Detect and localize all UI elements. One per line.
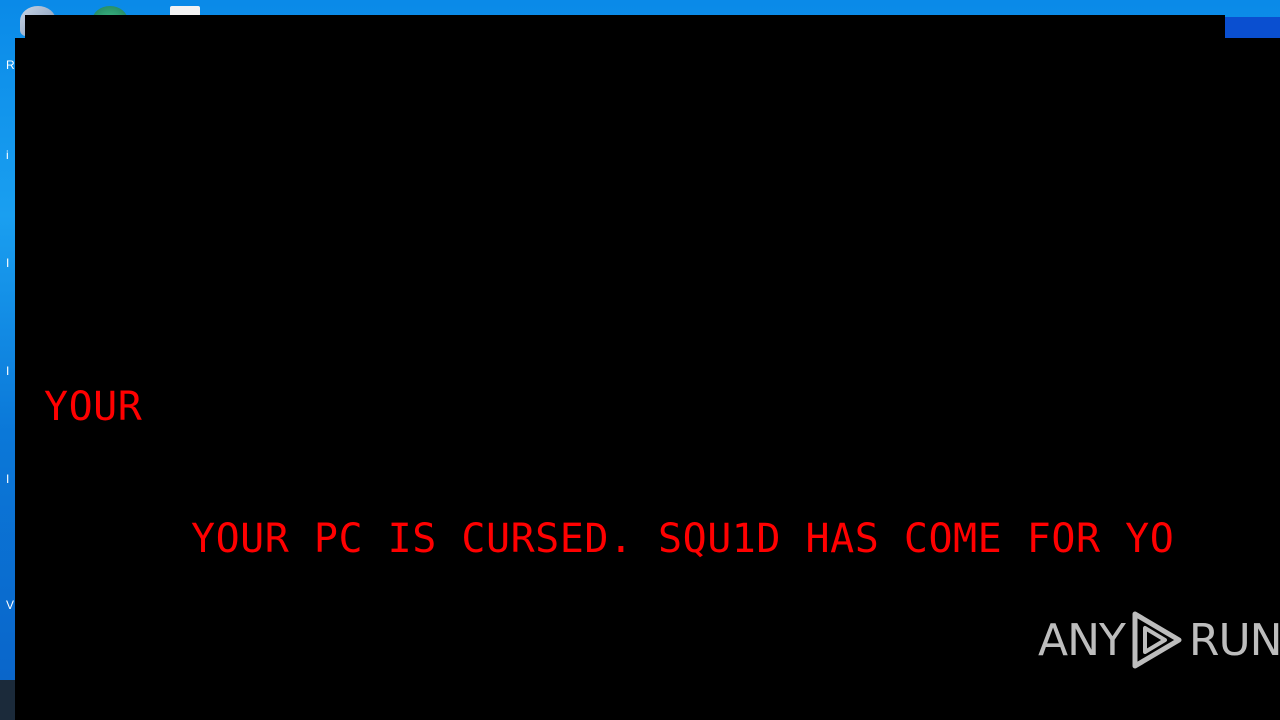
desktop-icon-label[interactable]: I	[6, 472, 9, 486]
desktop-icon-label[interactable]: V	[6, 598, 14, 612]
desktop-icon-label[interactable]: i	[6, 148, 9, 162]
desktop-icon-label[interactable]: I	[6, 256, 9, 270]
play-logo-icon	[1132, 611, 1182, 669]
curse-text-line-1: YOUR	[44, 384, 143, 430]
watermark-text-left: ANY	[1038, 614, 1126, 666]
desktop-icon-label[interactable]: I	[6, 364, 9, 378]
curse-text-line-2: YOUR PC IS CURSED. SQU1D HAS COME FOR YO	[191, 516, 1175, 562]
desktop-icon-label[interactable]: R	[6, 58, 15, 72]
watermark-text-right: RUN	[1188, 614, 1280, 666]
anyrun-watermark: ANY RUN	[1038, 608, 1280, 672]
